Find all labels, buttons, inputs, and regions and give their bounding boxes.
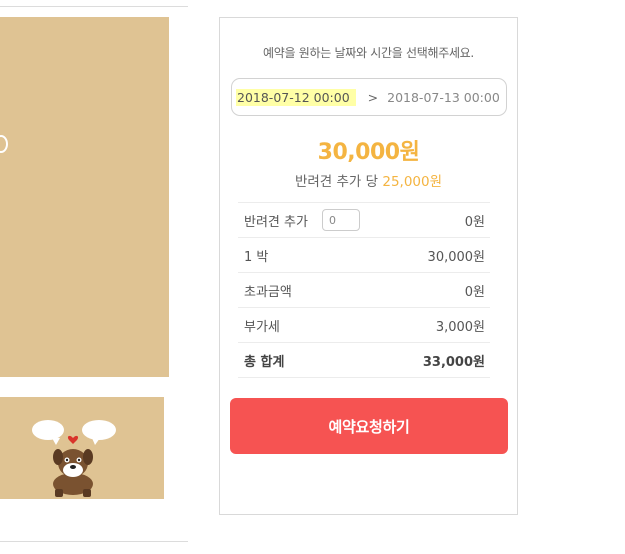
breakdown-label: 초과금액 bbox=[244, 284, 292, 300]
breakdown-value: 3,000원 bbox=[435, 319, 485, 335]
pet-extra-price: 25,000원 bbox=[382, 174, 443, 190]
breakdown-row-total: 총 합계 33,000원 bbox=[238, 343, 490, 378]
breakdown-label: 1 박 bbox=[244, 249, 269, 265]
room-price: 30,000원 bbox=[317, 140, 420, 165]
breakdown-row-nights: 1 박 30,000원 bbox=[238, 238, 490, 273]
booking-panel: 예약을 원하는 날짜와 시간을 선택해주세요. 2018-07-12 00:00… bbox=[219, 17, 518, 515]
date-range-selector[interactable]: 2018-07-12 00:00 > 2018-07-13 00:00 bbox=[231, 78, 507, 116]
breakdown-row-vat: 부가세 3,000원 bbox=[238, 308, 490, 343]
breakdown-row-excess: 초과금액 0원 bbox=[238, 273, 490, 308]
checkin-date[interactable]: 2018-07-12 00:00 bbox=[236, 88, 356, 106]
reserve-request-button[interactable]: 예약요청하기 bbox=[230, 398, 508, 454]
breakdown-value: 0원 bbox=[464, 214, 485, 230]
divider bbox=[0, 6, 188, 7]
price-breakdown: 반려견 추가 0원 1 박 30,000원 초과금액 0원 부가세 3,000원… bbox=[238, 202, 490, 378]
total-label: 총 합계 bbox=[244, 354, 285, 370]
room-photo[interactable] bbox=[0, 17, 169, 377]
breakdown-label: 반려견 추가 bbox=[244, 214, 308, 230]
dog-illustration-thumbnail[interactable] bbox=[0, 397, 164, 499]
pet-count-input[interactable] bbox=[321, 209, 360, 231]
breakdown-value: 0원 bbox=[464, 284, 485, 300]
instruction-text: 예약을 원하는 날짜와 시간을 선택해주세요. bbox=[263, 46, 474, 60]
checkout-date[interactable]: 2018-07-13 00:00 bbox=[387, 90, 500, 105]
breakdown-label: 부가세 bbox=[244, 319, 280, 335]
breakdown-value: 30,000원 bbox=[427, 249, 485, 265]
pet-extra-label: 반려견 추가 당 bbox=[294, 174, 379, 190]
total-value: 33,000원 bbox=[422, 354, 485, 370]
pet-extra-fee: 반려견 추가 당 25,000원 bbox=[220, 170, 517, 190]
divider bbox=[0, 541, 188, 542]
photo-edge-mark bbox=[0, 135, 8, 153]
breakdown-row-pet-add: 반려견 추가 0원 bbox=[238, 203, 490, 238]
dog-illustration bbox=[32, 420, 116, 497]
date-arrow-icon: > bbox=[367, 89, 379, 105]
